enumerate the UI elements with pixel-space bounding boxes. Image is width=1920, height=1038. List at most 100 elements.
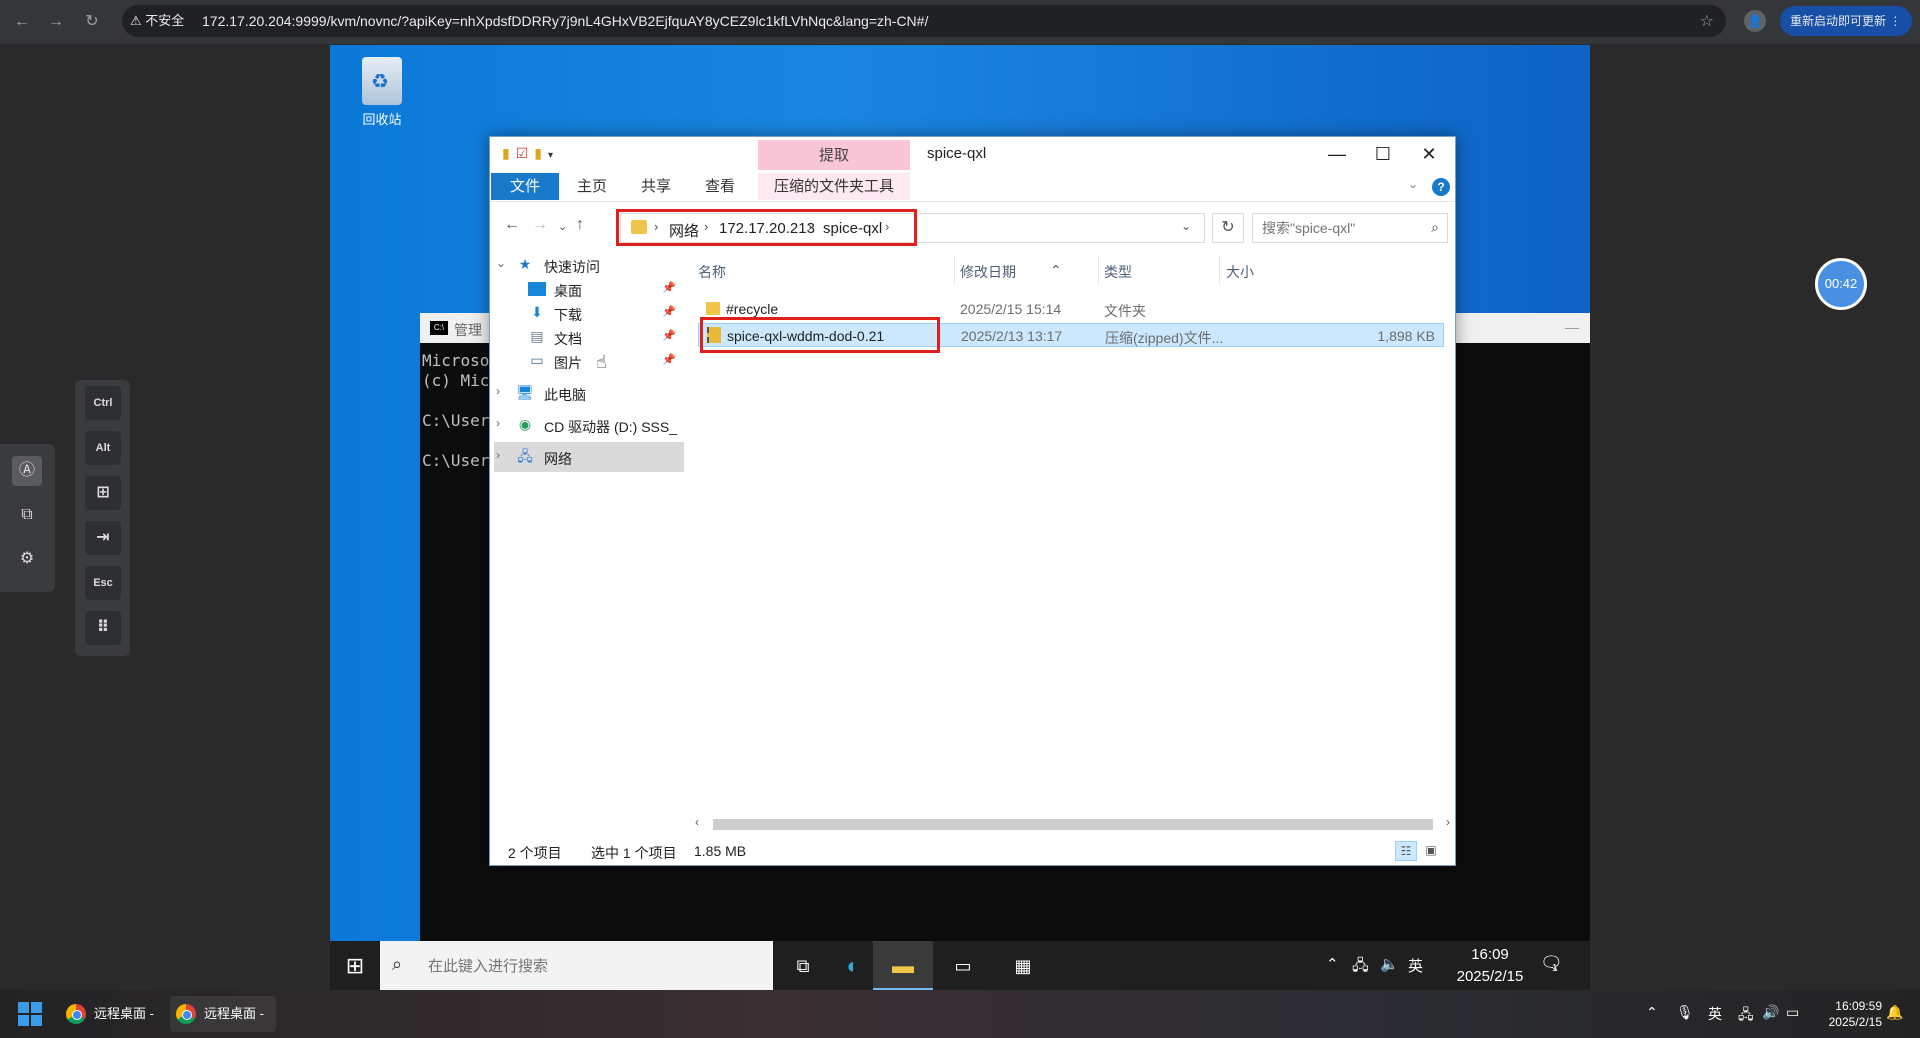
volume-icon[interactable]: 🔊 [1762,1004,1779,1021]
large-icons-view-icon[interactable]: ▣ [1420,841,1442,861]
chevron-down-icon[interactable]: ▾ [548,150,559,161]
pin-icon[interactable]: 📌 [662,329,676,342]
profile-icon[interactable]: 👤 [1744,10,1766,32]
tab-home[interactable]: 主页 [562,173,622,200]
keyboard-icon[interactable]: Ⓐ [12,456,42,486]
scroll-thumb[interactable] [713,819,1433,830]
nav-cd-drive[interactable]: › ◉ CD 驱动器 (D:) SSS_ [490,410,684,440]
expand-icon[interactable]: › [496,384,500,398]
file-explorer-window[interactable]: ▮☑▮▾ 提取 spice-qxl — ☐ ✕ 文件 主页 共享 查看 压缩的文… [489,136,1456,866]
expand-icon[interactable]: › [496,416,500,430]
minimize-icon[interactable]: — [1314,141,1360,167]
cmd-minimize-icon[interactable]: — [1565,319,1579,335]
back-arrow-icon[interactable]: ← [504,216,520,234]
expand-icon[interactable]: ⌄ [496,256,506,270]
url-text[interactable]: 172.17.20.204:9999/kvm/novnc/?apiKey=nhX… [202,12,928,30]
new-folder-icon[interactable]: ▮ [534,145,548,161]
column-name[interactable]: 名称 [698,262,726,282]
file-modified: 2025/2/13 13:17 [961,328,1063,344]
settings-gear-icon[interactable]: ⚙ [12,544,42,574]
vm-search-input[interactable] [428,953,758,979]
host-start-icon[interactable] [18,1002,42,1026]
notification-icon[interactable]: 🗨 1 [1540,953,1566,977]
picture-icon: ▭ [530,352,544,368]
search-input[interactable] [1253,214,1423,242]
expand-icon[interactable]: › [496,448,500,462]
nav-this-pc[interactable]: › 🖥 此电脑 [490,378,684,408]
tab-file[interactable]: 文件 [491,173,559,200]
column-modified[interactable]: 修改日期 [960,262,1016,282]
column-type[interactable]: 类型 [1104,262,1132,282]
notification-bell-icon[interactable]: 🔔 [1886,1004,1903,1021]
battery-icon[interactable]: ▭ [1786,1004,1799,1021]
forward-arrow-icon[interactable]: → [532,216,548,234]
back-icon[interactable]: ← [10,10,34,34]
vm-clock[interactable]: 16:09 2025/2/15 [1450,944,1530,988]
tray-chevron-icon[interactable]: ⌃ [1326,955,1339,973]
pin-icon[interactable]: 📌 [662,353,676,366]
more-keys-icon[interactable]: ⠿ [85,611,121,645]
ctrl-key-button[interactable]: Ctrl [85,386,121,420]
ime-indicator[interactable]: 英 [1408,955,1423,976]
reload-icon[interactable]: ↻ [80,10,104,34]
windows-key-icon[interactable]: ⊞ [85,476,121,510]
cmd-taskbar-icon[interactable]: ▭ [933,941,993,991]
server-manager-icon[interactable]: ▦ [993,941,1053,991]
up-arrow-icon[interactable]: ↑ [576,216,584,234]
bookmark-star-icon[interactable]: ☆ [1700,11,1714,31]
cmd-icon: C:\ [430,321,448,335]
network-tray-icon[interactable]: 🖧 [1352,955,1369,980]
tab-compressed-folder-tools[interactable]: 压缩的文件夹工具 [758,173,910,200]
screen-icon[interactable]: ⧉ [12,500,42,530]
esc-key-button[interactable]: Esc [85,566,121,600]
quick-access-toolbar[interactable]: ▮☑▮▾ [502,145,559,162]
pin-icon[interactable]: 📌 [662,281,676,294]
scroll-right-icon[interactable]: › [1446,815,1450,829]
properties-icon[interactable]: ☑ [516,145,535,161]
tab-view[interactable]: 查看 [690,173,750,200]
microphone-icon[interactable]: 🎙 [1676,1004,1694,1021]
recycle-bin[interactable]: 回收站 [350,57,414,128]
search-icon[interactable]: ⌕ [1431,219,1439,236]
help-icon[interactable]: ? [1432,178,1450,196]
column-divider[interactable] [1098,256,1099,284]
insecure-badge[interactable]: ⚠ 不安全 [130,12,184,30]
file-explorer-taskbar-icon[interactable]: ▬ [873,941,933,991]
network-tray-icon[interactable]: 🖧 [1738,1004,1754,1028]
search-box[interactable]: ⌕ [1252,213,1448,243]
volume-muted-icon[interactable]: 🔈 [1380,955,1399,973]
details-view-icon[interactable]: ☷ [1395,841,1417,861]
nav-network[interactable]: › 🖧 网络 [494,442,684,472]
column-divider[interactable] [954,256,955,284]
scroll-left-icon[interactable]: ‹ [695,815,699,829]
expand-ribbon-icon[interactable]: ⌄ [1408,177,1418,191]
windows-start-icon[interactable]: ⊞ [330,941,380,991]
host-clock[interactable]: 16:09:59 2025/2/15 [1808,998,1882,1030]
tray-chevron-icon[interactable]: ⌃ [1646,1004,1658,1021]
tab-key-icon[interactable]: ⇥ [85,521,121,555]
taskbar-app-chrome[interactable]: 远程桌面 - [60,996,160,1032]
pin-icon[interactable]: 📌 [662,305,676,318]
address-bar[interactable]: ⚠ 不安全 172.17.20.204:9999/kvm/novnc/?apiK… [122,5,1726,37]
column-divider[interactable] [1219,256,1220,284]
horizontal-scrollbar[interactable]: ‹ › [695,815,1450,833]
vm-search-box[interactable]: ⌕ [380,941,773,991]
nav-pictures[interactable]: ▭ 图片 ☝ 📌 [490,346,684,376]
ime-indicator[interactable]: 英 [1708,1004,1722,1024]
forward-icon[interactable]: → [44,10,68,34]
explorer-titlebar[interactable]: ▮☑▮▾ 提取 spice-qxl — ☐ ✕ [490,137,1455,171]
maximize-icon[interactable]: ☐ [1360,141,1406,167]
update-button[interactable]: 重新启动即可更新 ⋮ [1780,6,1912,36]
address-dropdown-icon[interactable]: ⌄ [1181,219,1191,233]
alt-key-button[interactable]: Alt [85,431,121,465]
session-timer[interactable]: 00:42 [1815,258,1867,310]
column-size[interactable]: 大小 [1226,262,1254,282]
column-header: ⌃ 名称 修改日期 类型 大小 [686,250,1456,290]
recent-locations-icon[interactable]: ⌄ [558,220,567,233]
close-icon[interactable]: ✕ [1406,141,1452,167]
taskbar-app-chrome-active[interactable]: 远程桌面 - [170,996,276,1032]
folder-icon[interactable]: ▮ [502,145,516,161]
extract-tab[interactable]: 提取 [758,140,910,171]
refresh-icon[interactable]: ↻ [1212,213,1244,243]
tab-share[interactable]: 共享 [626,173,686,200]
